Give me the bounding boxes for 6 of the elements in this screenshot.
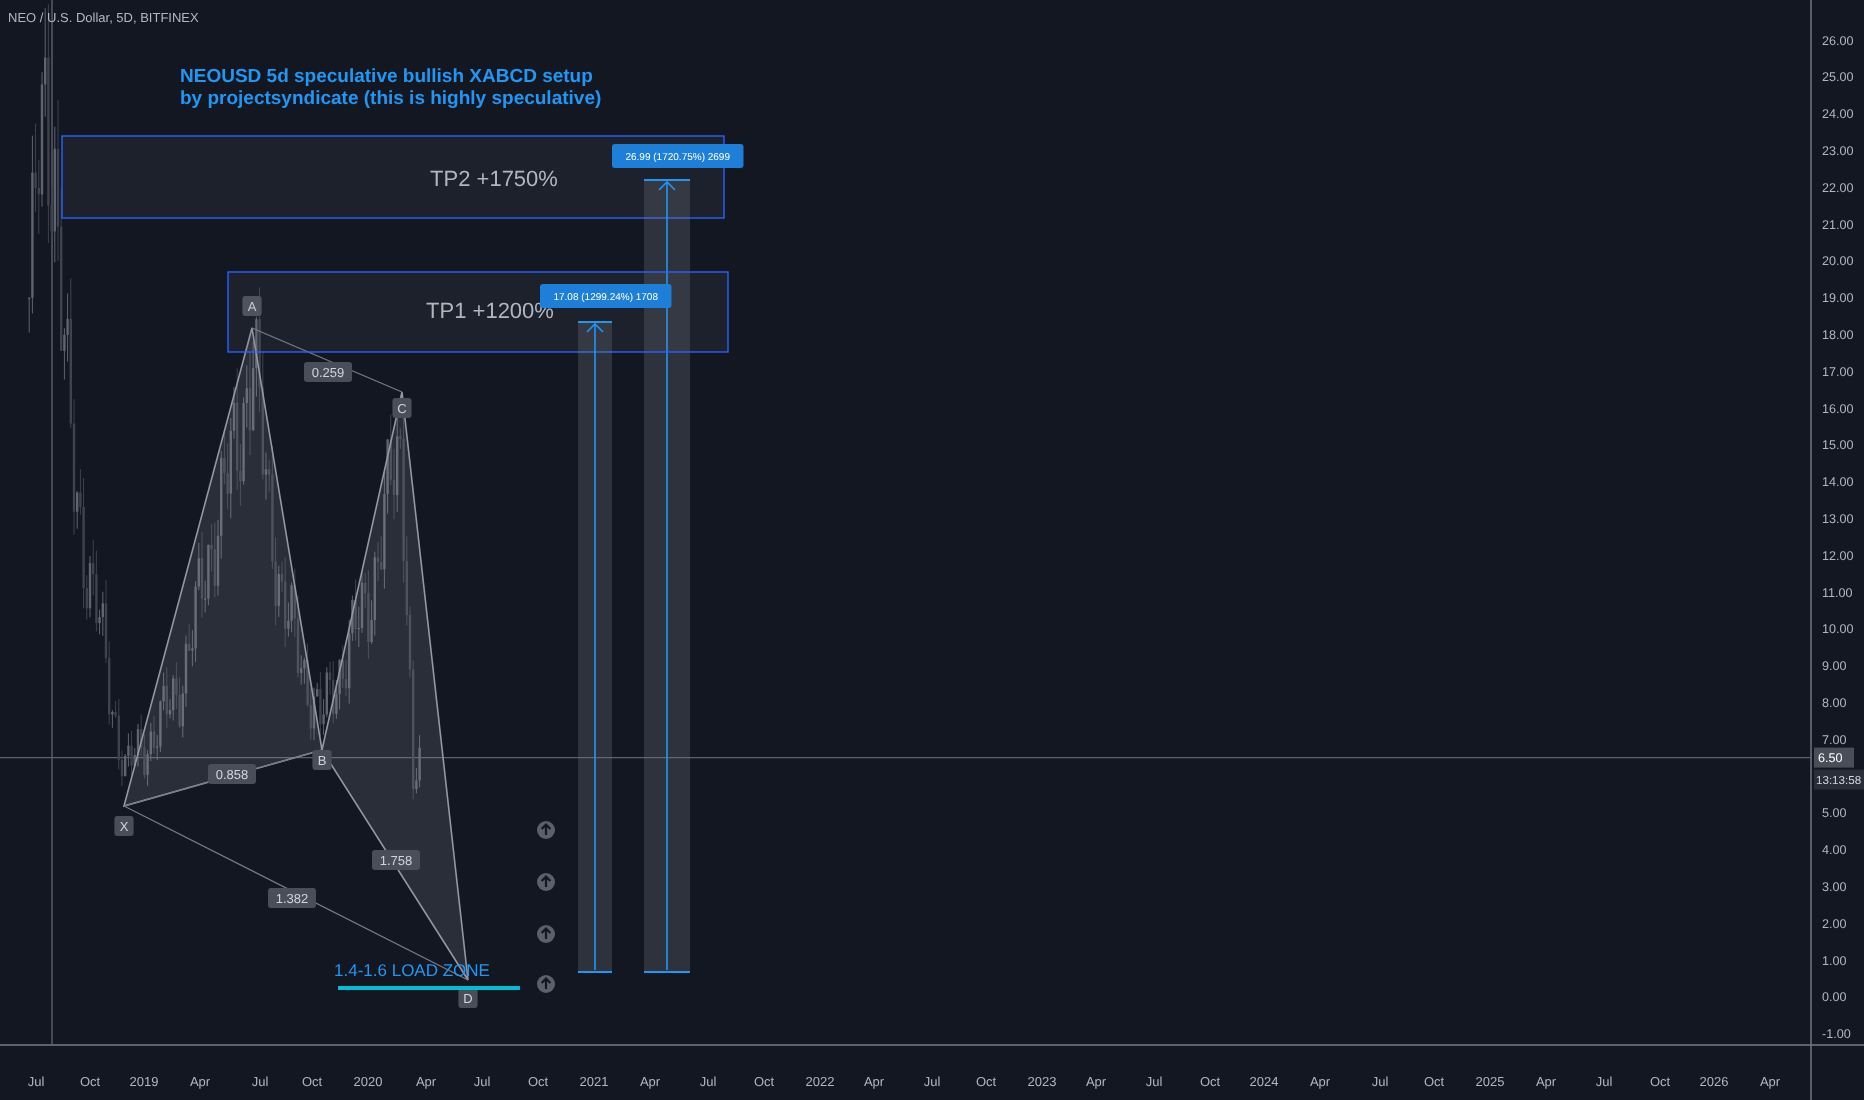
arrow-up-icon xyxy=(537,873,555,891)
arrow-up-icon xyxy=(537,821,555,839)
annotation-text: NEOUSD 5d speculative bullish XABCD setup by projectsyndicate (this is highly speculative) xyxy=(180,66,602,110)
arrow-up-icon xyxy=(537,925,555,943)
arrow-up-icon xyxy=(537,975,555,993)
target-label: TP2 +1750% xyxy=(430,168,558,192)
